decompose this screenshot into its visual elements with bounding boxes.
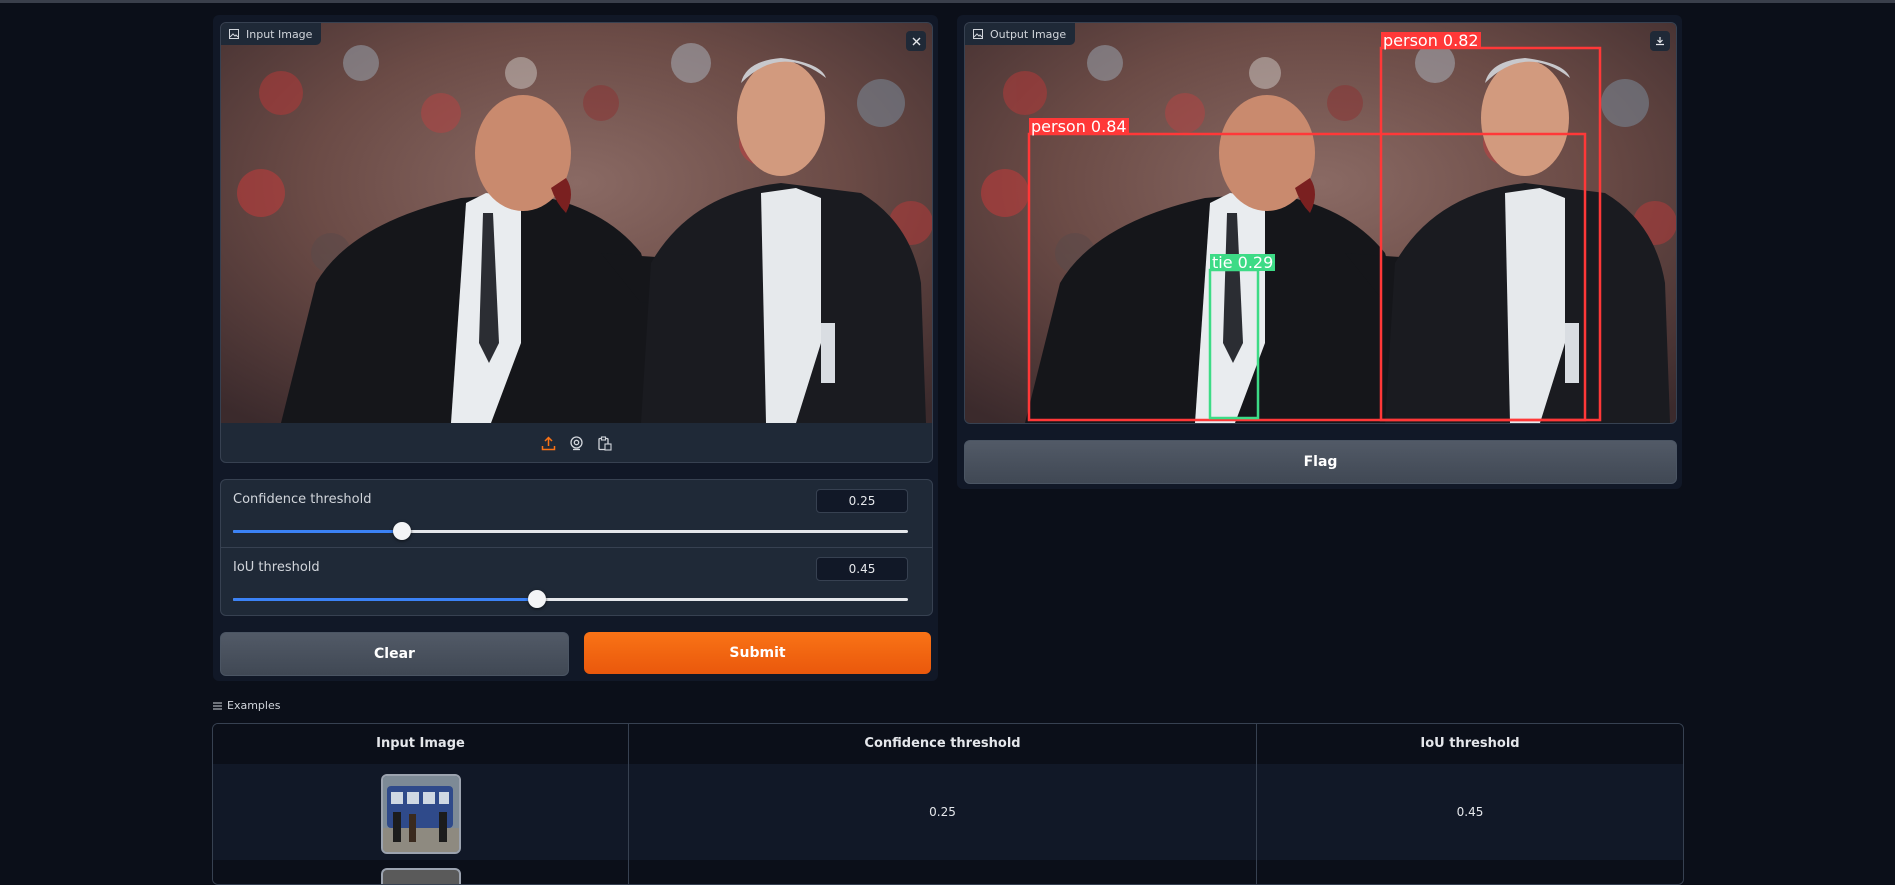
- image-icon: [973, 29, 983, 39]
- iou-slider: IoU threshold 0.45: [233, 548, 920, 615]
- flag-button[interactable]: Flag: [964, 440, 1677, 484]
- top-border: [0, 0, 1895, 3]
- output-image-box: Output Image person 0.84 person 0.82 tie…: [964, 22, 1677, 424]
- examples-title: Examples: [227, 699, 281, 712]
- header-column-divider: [628, 724, 629, 764]
- detection-label-tie: tie 0.29: [1210, 253, 1276, 272]
- examples-table: Input Image Confidence threshold IoU thr…: [212, 723, 1684, 885]
- header-column-divider: [1256, 724, 1257, 764]
- iou-input[interactable]: 0.45: [816, 557, 908, 581]
- output-image-label-text: Output Image: [990, 27, 1067, 41]
- submit-button[interactable]: Submit: [584, 632, 931, 674]
- sliders-box: Confidence threshold 0.25 IoU threshold …: [220, 479, 933, 616]
- examples-table-header: Input Image Confidence threshold IoU thr…: [213, 724, 1683, 764]
- clipboard-button[interactable]: [595, 433, 615, 453]
- iou-track[interactable]: [233, 590, 908, 608]
- input-image-label: Input Image: [221, 23, 322, 45]
- input-image-box[interactable]: Input Image: [220, 22, 933, 463]
- table-row[interactable]: [213, 860, 1683, 884]
- download-icon: [1656, 37, 1664, 46]
- upload-button[interactable]: [539, 433, 559, 453]
- example-thumbnail-partial[interactable]: [381, 868, 461, 884]
- example-thumbnail-cell: [213, 764, 628, 860]
- detection-label-person-2: person 0.82: [1381, 31, 1481, 50]
- confidence-thumb[interactable]: [392, 522, 411, 540]
- confidence-track[interactable]: [233, 522, 908, 540]
- image-icon: [229, 29, 239, 39]
- output-photo: [965, 23, 1676, 423]
- input-photo-graphic: [221, 23, 932, 423]
- iou-label: IoU threshold: [233, 560, 320, 575]
- confidence-input[interactable]: 0.25: [816, 489, 908, 513]
- example-iou-cell: 0.45: [1456, 805, 1484, 819]
- input-toolbar: [221, 433, 932, 453]
- column-header-iou: IoU threshold: [1420, 736, 1520, 751]
- webcam-button[interactable]: [567, 433, 587, 453]
- iou-fill: [233, 598, 537, 601]
- input-photo: [221, 23, 932, 423]
- example-thumbnail[interactable]: [381, 774, 461, 854]
- confidence-label: Confidence threshold: [233, 492, 372, 507]
- examples-header[interactable]: Examples: [213, 699, 280, 712]
- column-header-confidence: Confidence threshold: [864, 736, 1021, 751]
- clipboard-icon: [598, 435, 612, 451]
- download-button[interactable]: [1650, 31, 1670, 51]
- column-divider: [1256, 860, 1257, 884]
- example-confidence-cell: 0.25: [929, 805, 956, 819]
- upload-icon: [541, 435, 556, 450]
- iou-thumb[interactable]: [527, 590, 546, 608]
- clear-image-button[interactable]: [906, 31, 926, 51]
- close-icon: [912, 37, 920, 45]
- output-image-label: Output Image: [965, 23, 1076, 45]
- column-header-input-image: Input Image: [376, 736, 465, 751]
- confidence-fill: [233, 530, 402, 533]
- confidence-slider: Confidence threshold 0.25: [233, 480, 920, 548]
- webcam-icon: [570, 435, 583, 450]
- clear-button[interactable]: Clear: [220, 632, 569, 676]
- table-row[interactable]: 0.25 0.45: [213, 764, 1683, 860]
- column-divider: [628, 860, 629, 884]
- list-icon: [213, 702, 222, 709]
- detection-label-person-1: person 0.84: [1029, 117, 1129, 136]
- output-photo-graphic: [965, 23, 1676, 423]
- example-thumbnail-graphic: [383, 776, 459, 852]
- input-image-label-text: Input Image: [246, 27, 313, 41]
